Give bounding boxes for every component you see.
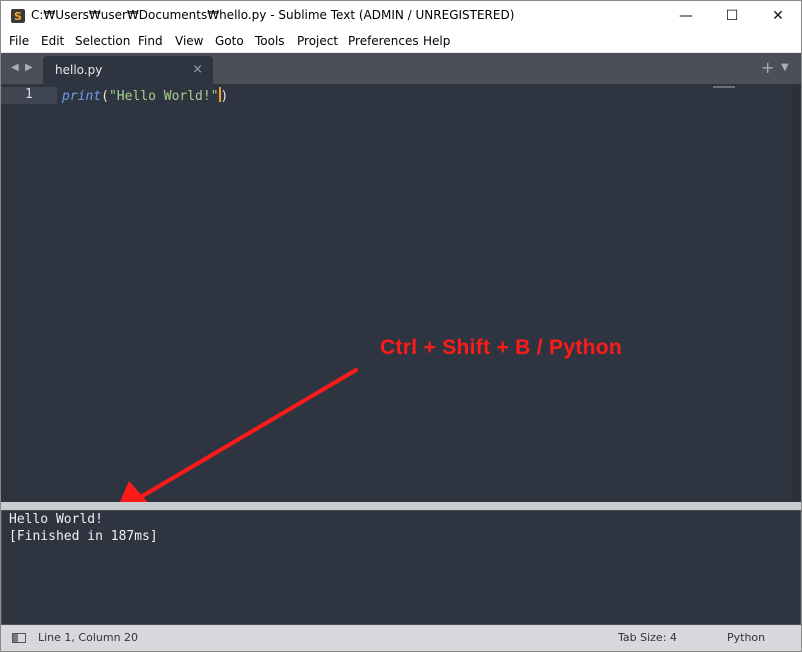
tab-size-selector[interactable]: Tab Size: 4 — [618, 631, 677, 644]
output-panel-divider[interactable] — [1, 502, 801, 510]
panel-toggle-icon[interactable] — [12, 633, 26, 643]
syntax-selector[interactable]: Python — [727, 631, 765, 644]
annotation-label: Ctrl + Shift + B / Python — [380, 336, 623, 359]
sublime-window: S C:₩Users₩user₩Documents₩hello.py - Sub… — [0, 0, 802, 652]
output-line: [Finished in 187ms] — [9, 529, 158, 544]
cursor-position: Line 1, Column 20 — [38, 631, 139, 644]
build-output-panel[interactable]: Hello World! [Finished in 187ms] — [1, 510, 801, 625]
output-line: Hello World! — [9, 512, 103, 527]
status-bar: Line 1, Column 20 Tab Size: 4 Python — [1, 625, 801, 651]
